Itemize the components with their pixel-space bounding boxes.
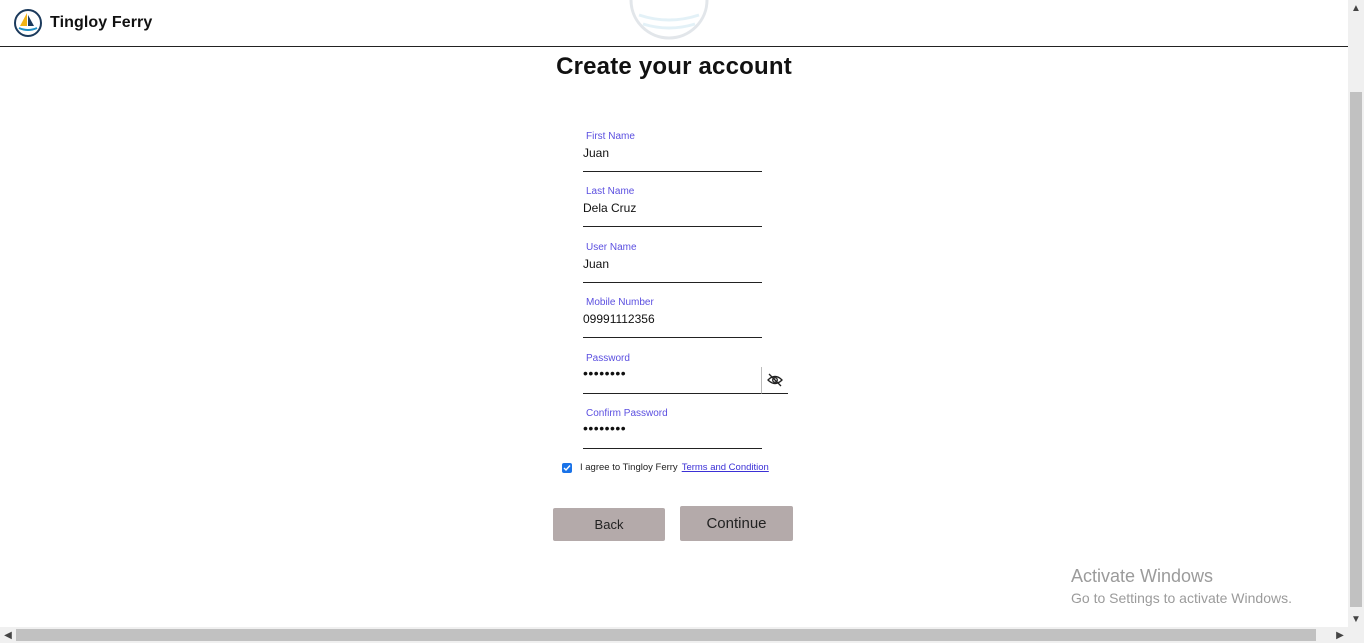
scroll-right-icon[interactable]: ▶	[1332, 627, 1348, 643]
user-name-input[interactable]: Juan	[583, 257, 609, 271]
mobile-number-field[interactable]: Mobile Number 09991112356	[583, 297, 762, 338]
sailboat-logo-icon	[14, 9, 42, 37]
confirm-password-field[interactable]: Confirm Password ••••••••	[583, 408, 762, 449]
user-name-label: User Name	[586, 242, 637, 253]
terms-checkbox[interactable]	[562, 462, 572, 473]
last-name-label: Last Name	[586, 186, 635, 197]
confirm-password-input[interactable]: ••••••••	[583, 420, 626, 436]
first-name-label: First Name	[586, 131, 635, 142]
first-name-field[interactable]: First Name Juan	[583, 131, 762, 172]
confirm-password-label: Confirm Password	[586, 408, 668, 419]
last-name-input[interactable]: Dela Cruz	[583, 201, 636, 215]
last-name-field[interactable]: Last Name Dela Cruz	[583, 186, 762, 227]
scroll-left-icon[interactable]: ◀	[0, 627, 16, 643]
horizontal-scrollbar-thumb[interactable]	[16, 629, 1316, 641]
toggle-password-visibility-button[interactable]	[761, 367, 788, 394]
brand-name: Tingloy Ferry	[50, 14, 153, 31]
password-label: Password	[586, 353, 630, 364]
first-name-input[interactable]: Juan	[583, 146, 609, 160]
password-field[interactable]: Password ••••••••	[583, 353, 762, 394]
page-title: Create your account	[556, 53, 792, 80]
checkmark-icon	[563, 464, 571, 471]
eye-off-icon	[767, 373, 783, 387]
mobile-number-label: Mobile Number	[586, 297, 654, 308]
password-input[interactable]: ••••••••	[583, 365, 626, 381]
windows-activation-watermark: Activate Windows Go to Settings to activ…	[1071, 566, 1292, 606]
top-navbar: Tingloy Ferry	[0, 0, 1348, 47]
watermark-subtitle: Go to Settings to activate Windows.	[1071, 590, 1292, 606]
continue-button[interactable]: Continue	[680, 506, 793, 541]
scroll-down-icon[interactable]: ▼	[1348, 611, 1364, 627]
back-button[interactable]: Back	[553, 508, 665, 541]
user-name-field[interactable]: User Name Juan	[583, 242, 762, 283]
mobile-number-input[interactable]: 09991112356	[583, 312, 655, 326]
terms-text: I agree to Tingloy Ferry	[580, 462, 678, 473]
vertical-scrollbar-thumb[interactable]	[1350, 92, 1362, 607]
faded-logo-icon	[629, 0, 709, 40]
brand[interactable]: Tingloy Ferry	[14, 9, 152, 37]
watermark-title: Activate Windows	[1071, 566, 1214, 586]
terms-link[interactable]: Terms and Condition	[682, 462, 769, 473]
scroll-up-icon[interactable]: ▲	[1348, 0, 1364, 16]
terms-agreement: I agree to Tingloy Ferry Terms and Condi…	[562, 462, 769, 473]
